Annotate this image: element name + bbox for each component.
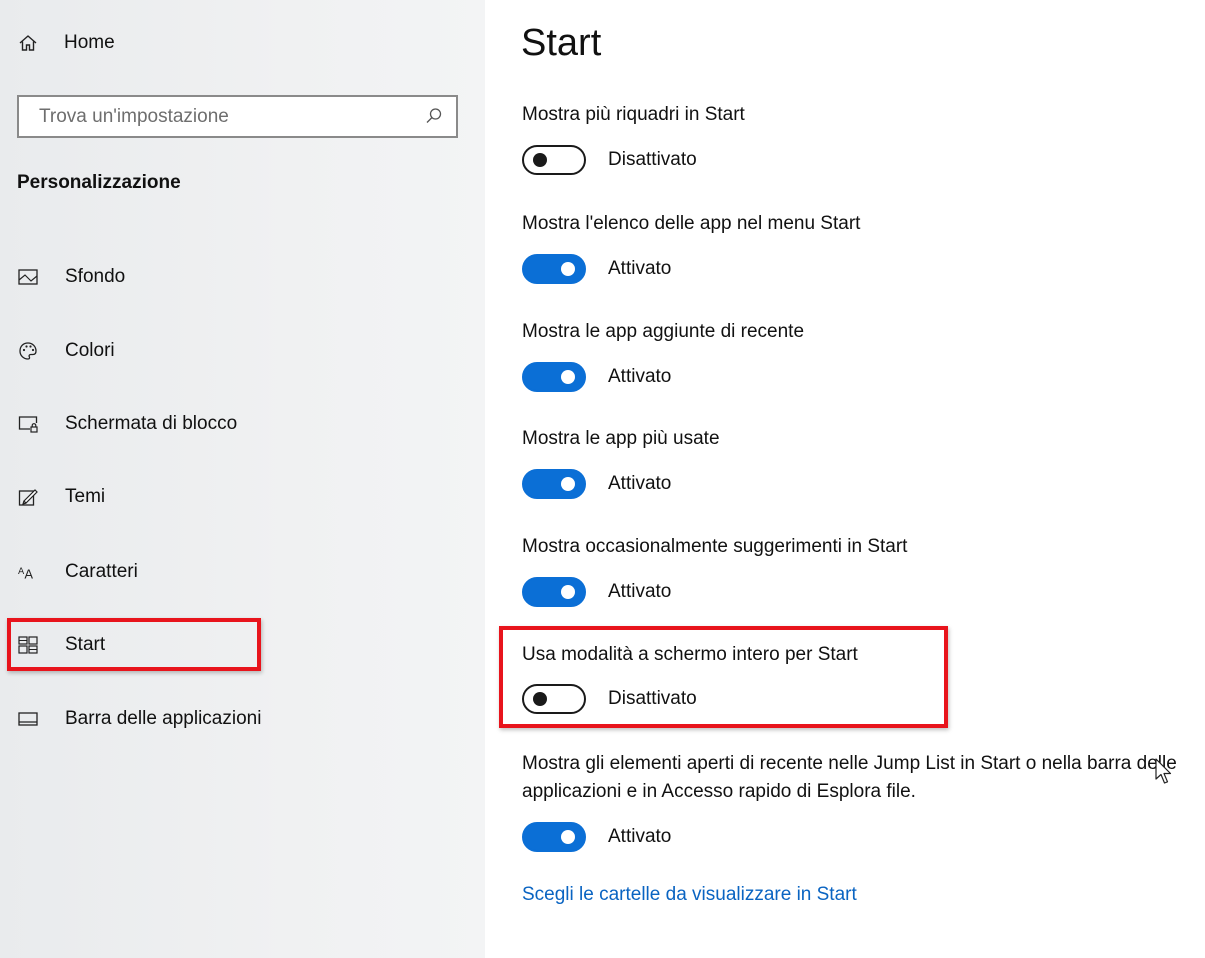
- toggle-state-label: Disattivato: [608, 688, 697, 709]
- toggle-switch[interactable]: [522, 254, 586, 284]
- fonts-icon: A A: [18, 562, 38, 582]
- toggle-state-label: Disattivato: [608, 149, 697, 170]
- toggle-knob: [561, 477, 575, 491]
- setting-label: Mostra le app aggiunte di recente: [522, 321, 805, 342]
- setting-toggle-row: Attivato: [522, 254, 671, 284]
- setting-toggle-row: Attivato: [522, 469, 671, 499]
- home-button[interactable]: Home: [18, 28, 115, 58]
- sidebar-item-caratteri[interactable]: A A Caratteri: [18, 555, 138, 589]
- sidebar-item-temi[interactable]: Temi: [18, 480, 105, 514]
- search-icon[interactable]: [425, 107, 443, 125]
- sidebar-item-schermata-di-blocco[interactable]: Schermata di blocco: [18, 407, 237, 441]
- sidebar-item-label: Caratteri: [65, 561, 138, 582]
- sidebar-item-sfondo[interactable]: Sfondo: [18, 260, 125, 294]
- toggle-knob: [561, 830, 575, 844]
- setting-label: Mostra l'elenco delle app nel menu Start: [522, 213, 861, 234]
- toggle-knob: [561, 585, 575, 599]
- toggle-state-label: Attivato: [608, 826, 672, 847]
- toggle-knob: [533, 153, 547, 167]
- toggle-state-label: Attivato: [608, 473, 672, 494]
- lock-screen-icon: [18, 414, 38, 434]
- image-icon: [18, 267, 38, 287]
- main-content: Start Mostra più riquadri in Start Disat…: [485, 0, 1205, 958]
- toggle-switch[interactable]: [522, 577, 586, 607]
- setting-toggle-row: Disattivato: [522, 145, 697, 175]
- home-label: Home: [64, 32, 115, 53]
- search-box[interactable]: [17, 95, 458, 138]
- setting-toggle-row: Disattivato: [522, 684, 697, 714]
- palette-icon: [18, 341, 38, 361]
- sidebar-item-label: Barra delle applicazioni: [65, 708, 262, 729]
- toggle-knob: [533, 692, 547, 706]
- mouse-cursor-icon: [1155, 758, 1172, 784]
- sidebar: Home Personalizzazione Sfondo: [0, 0, 485, 958]
- toggle-state-label: Attivato: [608, 581, 672, 602]
- toggle-switch[interactable]: [522, 362, 586, 392]
- sidebar-item-label: Sfondo: [65, 266, 126, 287]
- selection-highlight-box: [7, 618, 261, 671]
- setting-toggle-row: Attivato: [522, 577, 671, 607]
- setting-label: Mostra occasionalmente suggerimenti in S…: [522, 536, 908, 557]
- toggle-knob: [561, 262, 575, 276]
- toggle-switch[interactable]: [522, 145, 586, 175]
- sidebar-item-label: Colori: [65, 340, 115, 361]
- search-input[interactable]: [37, 104, 417, 129]
- toggle-state-label: Attivato: [608, 258, 672, 279]
- setting-toggle-row: Attivato: [522, 822, 671, 852]
- setting-label: Mostra più riquadri in Start: [522, 104, 745, 125]
- toggle-knob: [561, 370, 575, 384]
- setting-label: Mostra gli elementi aperti di recente ne…: [522, 753, 1177, 802]
- setting-label: Mostra le app più usate: [522, 428, 720, 449]
- sidebar-item-colori[interactable]: Colori: [18, 334, 115, 368]
- settings-window: Home Personalizzazione Sfondo: [0, 0, 1205, 958]
- toggle-switch[interactable]: [522, 684, 586, 714]
- section-title: Personalizzazione: [17, 172, 181, 193]
- sidebar-item-label: Schermata di blocco: [65, 413, 238, 434]
- toggle-switch[interactable]: [522, 469, 586, 499]
- sidebar-item-label: Temi: [65, 486, 106, 507]
- sidebar-item-barra-delle-applicazioni[interactable]: Barra delle applicazioni: [18, 702, 261, 736]
- choose-folders-link[interactable]: Scegli le cartelle da visualizzare in St…: [522, 884, 857, 906]
- toggle-switch[interactable]: [522, 822, 586, 852]
- themes-icon: [18, 487, 38, 507]
- setting-toggle-row: Attivato: [522, 362, 671, 392]
- page-title: Start: [521, 22, 602, 64]
- svg-text:A: A: [24, 566, 33, 581]
- home-icon: [19, 35, 37, 51]
- taskbar-icon: [18, 709, 38, 729]
- toggle-state-label: Attivato: [608, 366, 672, 387]
- setting-label: Usa modalità a schermo intero per Start: [522, 644, 858, 665]
